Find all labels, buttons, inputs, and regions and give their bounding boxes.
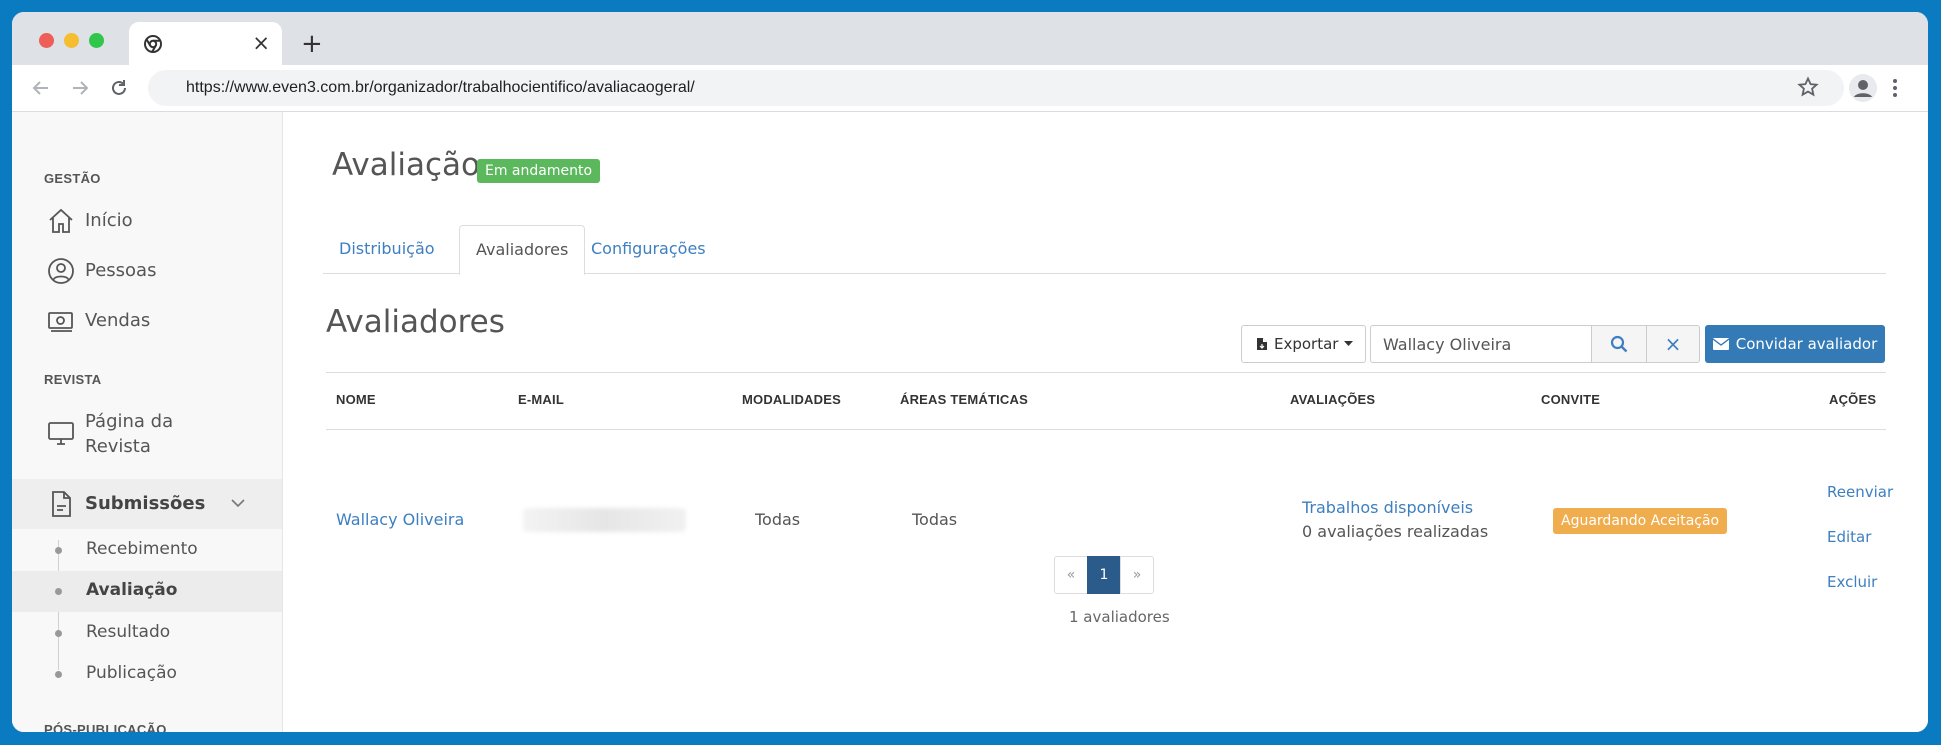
sidebar-item-label: Início: [85, 210, 133, 231]
sidebar-item-label-line2: Revista: [85, 436, 151, 457]
reload-icon[interactable]: [108, 77, 130, 99]
sidebar-subitem-resultado[interactable]: Resultado: [12, 613, 282, 654]
bullet-dot: [55, 547, 62, 554]
results-count: 1 avaliadores: [1069, 608, 1170, 626]
bookmark-star-icon[interactable]: [1797, 76, 1819, 98]
sidebar-subitem-label: Recebimento: [86, 539, 198, 559]
sidebar-section-pos-publicacao: PÓS-PUBLICAÇÃO: [44, 722, 167, 732]
file-export-icon: [1257, 338, 1267, 350]
new-tab-button[interactable]: +: [301, 31, 323, 57]
clear-search-button[interactable]: ×: [1646, 325, 1700, 363]
sidebar-subitem-label: Resultado: [86, 622, 171, 642]
person-circle-icon: [48, 258, 74, 284]
maximize-window-button[interactable]: [89, 33, 104, 48]
sidebar-subitem-recebimento[interactable]: Recebimento: [12, 530, 282, 571]
section-title: Avaliadores: [326, 304, 505, 340]
sidebar-subitem-label: Publicação: [86, 663, 177, 683]
col-header-acoes: AÇÕES: [1829, 392, 1877, 407]
page-content: GESTÃO Início Pessoas Vendas REVISTA Pág…: [12, 112, 1928, 732]
col-header-nome[interactable]: NOME: [336, 392, 376, 407]
sidebar-subitem-avaliacao[interactable]: Avaliação: [12, 571, 282, 612]
sidebar-item-pagina-revista[interactable]: Página da Revista: [12, 402, 282, 462]
sidebar-item-pessoas[interactable]: Pessoas: [12, 248, 282, 294]
sidebar-item-inicio[interactable]: Início: [12, 198, 282, 244]
search-button[interactable]: [1591, 325, 1647, 363]
sidebar-item-submissoes[interactable]: Submissões: [12, 479, 282, 529]
pagination-page[interactable]: 1: [1087, 556, 1121, 594]
tab-close-icon[interactable]: ×: [252, 31, 270, 55]
col-header-modalidades[interactable]: MODALIDADES: [742, 392, 841, 407]
export-label: Exportar: [1274, 335, 1339, 353]
col-header-areas[interactable]: ÁREAS TEMÁTICAS: [900, 392, 1028, 407]
profile-avatar-icon[interactable]: [1849, 74, 1877, 102]
document-icon: [52, 491, 71, 517]
minimize-window-button[interactable]: [64, 33, 79, 48]
delete-link[interactable]: Excluir: [1827, 573, 1877, 591]
address-bar[interactable]: https://www.even3.com.br/organizador/tra…: [148, 70, 1844, 106]
url-text[interactable]: https://www.even3.com.br/organizador/tra…: [186, 79, 695, 97]
sidebar-item-label: Vendas: [85, 310, 151, 331]
sidebar-subitem-label: Avaliação: [86, 580, 178, 600]
main-content: Avaliação Em andamento Distribuição Aval…: [283, 112, 1928, 732]
tab-avaliadores[interactable]: Avaliadores: [459, 225, 586, 275]
money-icon: [48, 312, 73, 332]
browser-menu-icon[interactable]: [1892, 77, 1898, 99]
sidebar-section-gestao: GESTÃO: [44, 171, 101, 186]
tab-bar: Distribuição Avaliadores Configurações: [323, 225, 1886, 275]
invite-status-badge: Aguardando Aceitação: [1553, 508, 1728, 534]
tab-configuracoes[interactable]: Configurações: [575, 225, 722, 274]
email-redacted: [523, 508, 686, 532]
browser-tab[interactable]: ×: [129, 22, 282, 65]
envelope-icon: [1712, 338, 1729, 350]
tab-distribuicao[interactable]: Distribuição: [323, 225, 451, 274]
sidebar-item-vendas[interactable]: Vendas: [12, 298, 282, 344]
sidebar-item-label-line1: Página da: [85, 411, 174, 432]
tab-strip: × +: [12, 12, 1928, 65]
pagination-prev[interactable]: «: [1054, 556, 1088, 594]
col-header-email[interactable]: E-MAIL: [518, 392, 564, 407]
col-header-avaliacoes[interactable]: AVALIAÇÕES: [1290, 392, 1375, 407]
resend-link[interactable]: Reenviar: [1827, 483, 1893, 501]
chevron-down-icon[interactable]: [231, 498, 245, 508]
page-title: Avaliação: [332, 147, 480, 183]
search-icon: [1610, 335, 1628, 353]
available-works-link[interactable]: Trabalhos disponíveis: [1302, 498, 1473, 517]
status-badge: Em andamento: [477, 159, 601, 183]
edit-link[interactable]: Editar: [1827, 528, 1871, 546]
invite-evaluator-button[interactable]: Convidar avaliador: [1705, 325, 1885, 363]
bullet-dot: [55, 588, 62, 595]
evaluations-count: 0 avaliações realizadas: [1302, 522, 1489, 541]
monitor-icon: [48, 422, 74, 445]
modalidades-value: Todas: [755, 510, 801, 529]
browser-toolbar: https://www.even3.com.br/organizador/tra…: [12, 65, 1928, 112]
sidebar-item-label: Submissões: [85, 493, 206, 514]
close-window-button[interactable]: [39, 33, 54, 48]
browser-window: × + https://www.even3.com.br/organizador…: [12, 12, 1928, 732]
bullet-dot: [55, 671, 62, 678]
search-input[interactable]: [1370, 325, 1592, 363]
bullet-dot: [55, 630, 62, 637]
sidebar-section-revista: REVISTA: [44, 372, 102, 387]
caret-down-icon: [1344, 341, 1354, 346]
sidebar-subitem-publicacao[interactable]: Publicação: [12, 654, 282, 695]
sidebar: GESTÃO Início Pessoas Vendas REVISTA Pág…: [12, 112, 283, 732]
forward-arrow-icon[interactable]: [69, 77, 91, 99]
areas-value: Todas: [912, 510, 958, 529]
evaluator-name-link[interactable]: Wallacy Oliveira: [336, 510, 464, 529]
chrome-icon: [144, 35, 162, 53]
home-icon: [49, 208, 73, 233]
invite-label: Convidar avaliador: [1735, 335, 1878, 353]
pagination: « 1 »: [1054, 556, 1154, 594]
sidebar-item-label: Pessoas: [85, 260, 157, 281]
back-arrow-icon[interactable]: [30, 77, 52, 99]
table-header: NOME E-MAIL MODALIDADES ÁREAS TEMÁTICAS …: [326, 372, 1886, 430]
col-header-convite[interactable]: CONVITE: [1541, 392, 1600, 407]
pagination-next[interactable]: »: [1120, 556, 1154, 594]
export-button[interactable]: Exportar: [1241, 325, 1366, 363]
